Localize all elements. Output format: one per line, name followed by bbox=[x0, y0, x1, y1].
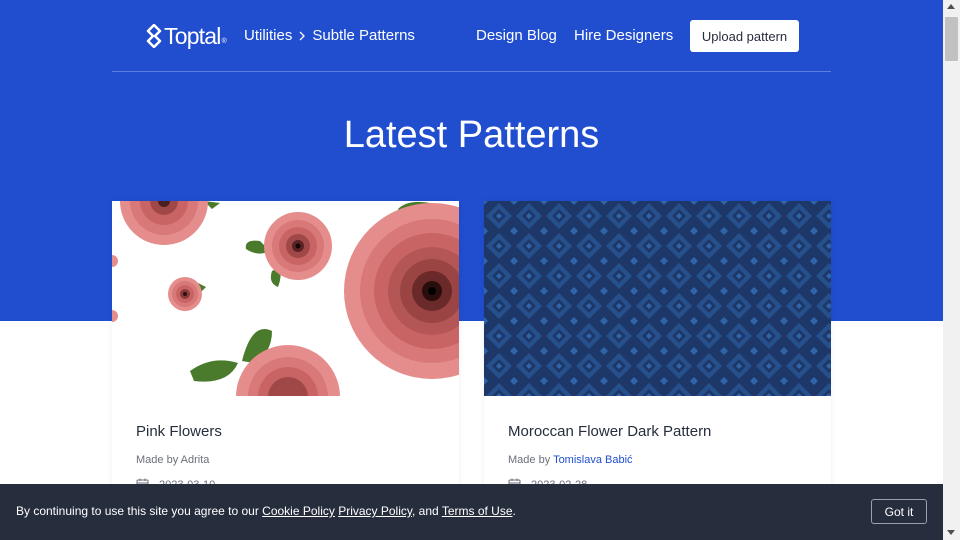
cookie-policy-link[interactable]: Cookie Policy bbox=[262, 504, 335, 518]
card-title[interactable]: Moroccan Flower Dark Pattern bbox=[508, 423, 711, 440]
scrollbar-thumb[interactable] bbox=[945, 17, 958, 61]
pattern-card[interactable]: Moroccan Flower Dark Pattern Made by Tom… bbox=[484, 201, 831, 501]
nav-link-hire-designers[interactable]: Hire Designers bbox=[574, 27, 673, 44]
top-navigation: Toptal ® Utilities Subtle Patterns Desig… bbox=[112, 0, 831, 72]
pattern-card[interactable]: Pink Flowers Made by Adrita 2023-03-10 bbox=[112, 201, 459, 501]
logo-registered-mark: ® bbox=[221, 37, 227, 45]
privacy-policy-link[interactable]: Privacy Policy bbox=[338, 504, 412, 518]
breadcrumb-subtle-patterns[interactable]: Subtle Patterns bbox=[312, 27, 415, 44]
upload-pattern-button[interactable]: Upload pattern bbox=[690, 20, 799, 52]
toptal-logo[interactable]: Toptal ® bbox=[144, 22, 227, 50]
card-title[interactable]: Pink Flowers bbox=[136, 423, 222, 440]
made-by-label: Made by bbox=[136, 454, 179, 466]
nav-link-design-blog[interactable]: Design Blog bbox=[476, 27, 557, 44]
breadcrumb: Utilities Subtle Patterns bbox=[244, 27, 415, 44]
got-it-button[interactable]: Got it bbox=[871, 499, 927, 524]
moroccan-flower-pattern-image[interactable] bbox=[484, 201, 831, 396]
scroll-down-icon[interactable] bbox=[947, 530, 955, 535]
terms-of-use-link[interactable]: Terms of Use bbox=[442, 504, 513, 518]
pink-flowers-pattern-image[interactable] bbox=[112, 201, 459, 396]
scroll-up-icon[interactable] bbox=[947, 4, 955, 9]
card-author: Made by Adrita bbox=[136, 454, 209, 466]
logo-text: Toptal bbox=[164, 22, 221, 49]
author-name: Adrita bbox=[180, 454, 210, 466]
author-link[interactable]: Tomislava Babić bbox=[553, 454, 632, 466]
cookie-prefix: By continuing to use this site you agree… bbox=[16, 504, 259, 518]
made-by-label: Made by bbox=[508, 454, 551, 466]
cookie-message: By continuing to use this site you agree… bbox=[16, 504, 516, 518]
toptal-logo-icon bbox=[146, 24, 162, 48]
cookie-banner: By continuing to use this site you agree… bbox=[0, 484, 943, 540]
chevron-right-icon bbox=[299, 31, 306, 40]
page-title: Latest Patterns bbox=[343, 114, 600, 156]
cookie-suffix: . bbox=[512, 504, 516, 518]
cookie-and: , and bbox=[412, 504, 439, 518]
card-author: Made by Tomislava Babić bbox=[508, 454, 633, 466]
breadcrumb-utilities[interactable]: Utilities bbox=[244, 27, 292, 44]
vertical-scrollbar[interactable] bbox=[943, 0, 960, 540]
